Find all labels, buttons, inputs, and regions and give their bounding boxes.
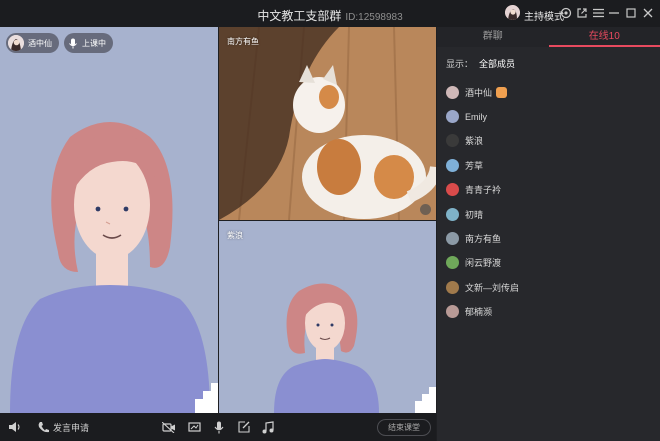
minimize-icon[interactable] [607, 6, 621, 20]
muted-mic-icon [420, 204, 431, 215]
panel-tabs: 群聊 在线10 [437, 27, 660, 47]
member-name: 初晴 [465, 209, 484, 220]
member-avatar [446, 280, 459, 294]
teacher-name: 酒中仙 [28, 38, 52, 48]
member-list: 酒中仙 Emily 紫浪芳草青青子衿初晴南方有鱼闲云野渡文新—刘传启 郁楠濒 [446, 80, 656, 324]
filter-label: 显示： [446, 59, 474, 69]
member-item[interactable]: Emily [446, 104, 656, 128]
member-name: 芳草 [465, 160, 484, 171]
apply-speak-button[interactable]: 发言申请 [38, 420, 89, 434]
filter-value[interactable]: 全部成员 [479, 59, 515, 69]
member-item[interactable]: 青青子衿 [446, 178, 656, 202]
phone-icon [38, 422, 49, 433]
bottom-right-video-tile[interactable]: 紫浪 [219, 221, 436, 413]
group-name: 中文教工支部群 [257, 9, 342, 23]
host-mode-label[interactable]: 主持模式 [524, 8, 564, 23]
group-id: ID:12598983 [345, 12, 403, 23]
teacher-name-pill[interactable]: 酒中仙 [6, 33, 59, 53]
member-name: 青青子衿 [465, 185, 502, 196]
member-item[interactable]: 酒中仙 [446, 80, 656, 104]
member-name: 文新—刘传启 [465, 282, 520, 293]
tile-user-name: 紫浪 [227, 231, 243, 240]
member-item[interactable]: 郁楠濒 [446, 300, 656, 324]
member-item[interactable]: 初晴 [446, 202, 656, 226]
tile-user-name: 南方有鱼 [227, 37, 259, 46]
class-status-pill: 上课中 [64, 33, 113, 53]
member-name: 闲云野渡 [465, 258, 502, 269]
member-avatar [446, 305, 459, 319]
member-name: 酒中仙 [465, 87, 493, 98]
member-item[interactable]: 文新—刘传启 [446, 275, 656, 299]
microphone-icon[interactable] [214, 420, 224, 434]
microphone-icon [66, 36, 80, 50]
member-avatar [446, 207, 459, 221]
camera-off-icon[interactable] [162, 420, 176, 434]
music-icon[interactable] [262, 420, 274, 434]
member-name: Emily [465, 111, 487, 122]
screen-share-icon[interactable] [188, 420, 201, 434]
member-avatar [446, 183, 459, 197]
member-name: 紫浪 [465, 136, 484, 147]
member-avatar [446, 110, 459, 124]
end-class-button[interactable]: 结束课堂 [377, 419, 431, 436]
edit-icon[interactable] [238, 420, 250, 434]
settings-icon[interactable] [559, 6, 573, 20]
member-name: 南方有鱼 [465, 234, 502, 245]
share-icon[interactable] [575, 6, 589, 20]
member-filter[interactable]: 显示： 全部成员 [446, 57, 515, 70]
member-avatar [446, 256, 459, 270]
member-item[interactable]: 闲云野渡 [446, 251, 656, 275]
member-avatar [446, 158, 459, 172]
student-illustration [219, 221, 436, 413]
teacher-avatar [8, 35, 24, 51]
main-video-tile[interactable]: 酒中仙 上课中 [0, 27, 218, 413]
member-panel: 群聊 在线10 显示： 全部成员 酒中仙 Emily 紫浪芳草青青子衿初晴南方有鱼闲云… [437, 27, 660, 441]
member-avatar [446, 232, 459, 246]
member-item[interactable]: 芳草 [446, 153, 656, 177]
tab-online[interactable]: 在线10 [548, 27, 660, 47]
class-status-label: 上课中 [82, 38, 106, 48]
apply-speak-label: 发言申请 [53, 422, 90, 433]
member-name: 郁楠濒 [465, 307, 493, 318]
teacher-illustration [0, 27, 218, 413]
host-badge-icon [496, 86, 508, 98]
host-avatar[interactable] [505, 5, 520, 20]
bottom-toolbar: 发言申请 结束课堂 [0, 413, 436, 441]
cat-video-image [219, 27, 436, 220]
menu-icon[interactable] [591, 6, 605, 20]
tab-group-chat[interactable]: 群聊 [437, 27, 549, 47]
top-right-video-tile[interactable]: 南方有鱼 [219, 27, 436, 220]
title-bar: 中文教工支部群 ID:12598983 主持模式 [0, 0, 660, 27]
close-icon[interactable] [641, 6, 655, 20]
speaker-icon[interactable] [8, 420, 21, 434]
maximize-icon[interactable] [624, 6, 638, 20]
member-avatar [446, 134, 459, 148]
member-avatar [446, 85, 459, 99]
member-item[interactable]: 南方有鱼 [446, 226, 656, 250]
member-item[interactable]: 紫浪 [446, 129, 656, 153]
